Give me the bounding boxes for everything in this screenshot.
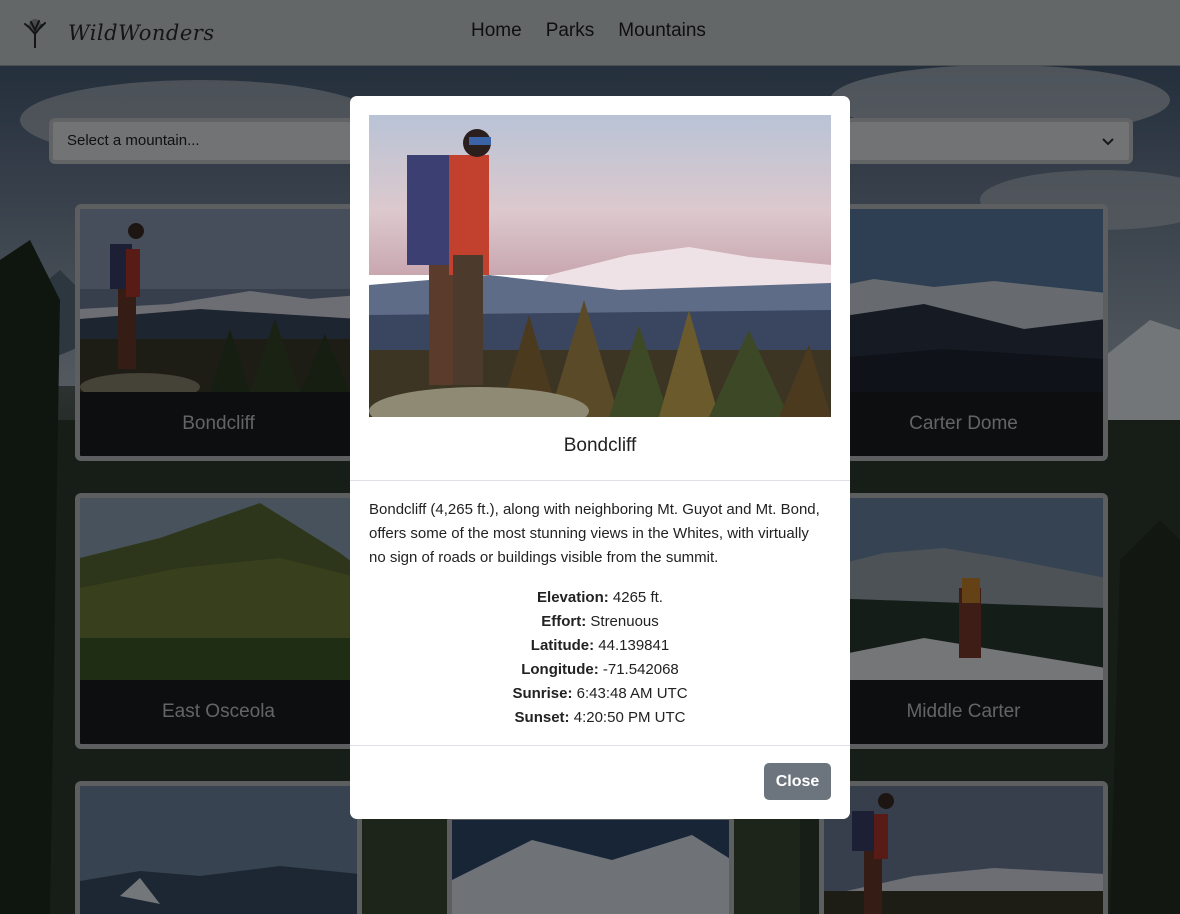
stat-longitude: Longitude: -71.542068	[521, 661, 679, 678]
modal-divider	[350, 745, 850, 746]
mountain-stats: Elevation: 4265 ft. Effort: Strenuous La…	[350, 586, 850, 730]
modal-divider	[350, 480, 850, 481]
stat-latitude: Latitude: 44.139841	[530, 637, 670, 654]
close-button[interactable]: Close	[764, 763, 831, 800]
stat-sunrise: Sunrise: 6:43:48 AM UTC	[512, 685, 688, 702]
mountain-detail-modal: Bondcliff Bondcliff (4,265 ft.), along w…	[350, 96, 850, 819]
modal-title: Bondcliff	[563, 435, 637, 456]
modal-description: Bondcliff (4,265 ft.), along with neighb…	[369, 501, 820, 566]
stat-effort: Effort: Strenuous	[541, 613, 659, 630]
stat-sunset: Sunset: 4:20:50 PM UTC	[514, 709, 686, 726]
modal-image	[369, 115, 831, 417]
stat-elevation: Elevation: 4265 ft.	[537, 589, 663, 606]
